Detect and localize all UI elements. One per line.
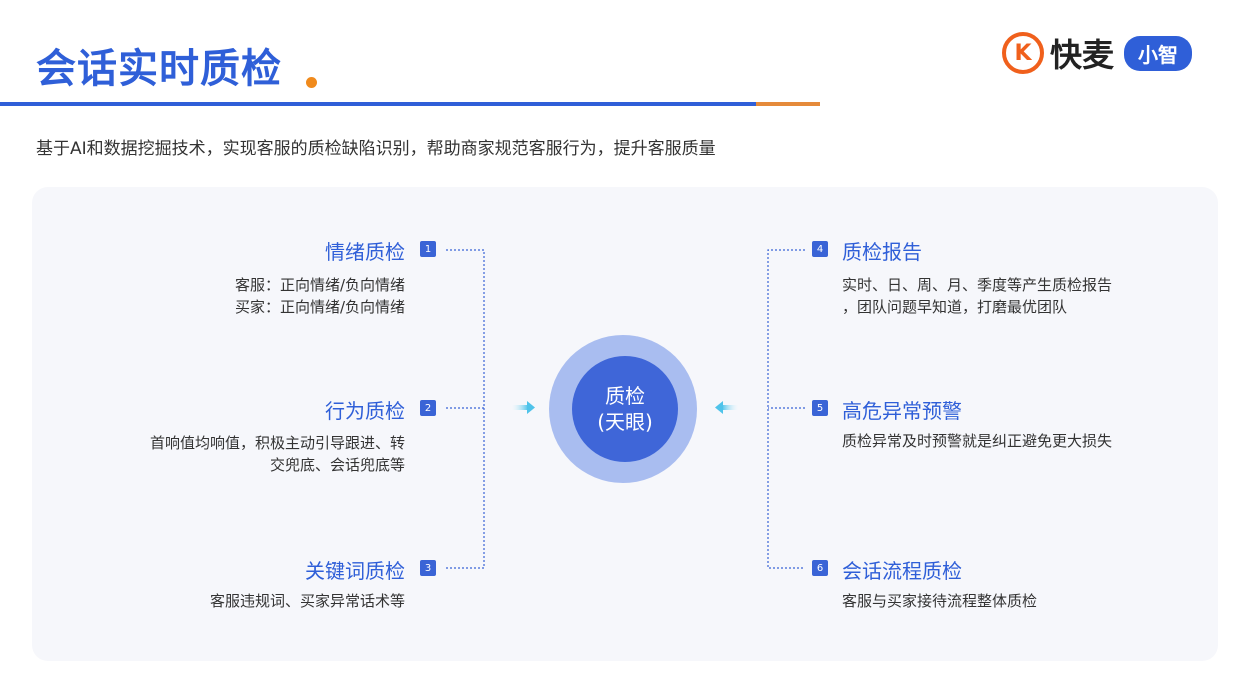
right-connector <box>767 249 805 569</box>
arrow-left-icon <box>715 401 740 414</box>
item-6-desc-line1: 客服与买家接待流程整体质检 <box>842 592 1038 610</box>
item-2-desc-line2: 交兜底、会话兜底等 <box>269 456 405 474</box>
item-1-desc-line2: 买家：正向情绪/负向情绪 <box>234 298 405 316</box>
item-2-desc-line1: 首响值均响值，积极主动引导跟进、转 <box>149 434 405 452</box>
item-3-title: 关键词质检 <box>305 559 405 583</box>
item-1-title: 情绪质检 <box>325 240 405 264</box>
item-4-title: 质检报告 <box>842 240 922 264</box>
item-1-number: 1 <box>420 241 436 257</box>
item-3-desc-line1: 客服违规词、买家异常话术等 <box>209 592 405 610</box>
item-5-title: 高危异常预警 <box>842 399 962 423</box>
center-label-line2: (天眼) <box>597 410 653 434</box>
item-1-desc: 客服：正向情绪/负向情绪 买家：正向情绪/负向情绪 <box>235 274 405 318</box>
left-connector <box>446 249 485 569</box>
item-6-number: 6 <box>812 560 828 576</box>
item-5-number: 5 <box>812 400 828 416</box>
item-6-desc: 客服与买家接待流程整体质检 <box>842 590 1037 612</box>
item-2-desc: 首响值均响值，积极主动引导跟进、转 交兜底、会话兜底等 <box>150 432 405 476</box>
item-3-desc: 客服违规词、买家异常话术等 <box>210 590 405 612</box>
item-2-title: 行为质检 <box>325 399 405 423</box>
item-4-number: 4 <box>812 241 828 257</box>
item-4-desc: 实时、日、周、月、季度等产生质检报告 ，团队问题早知道，打磨最优团队 <box>842 274 1112 318</box>
center-circle: 质检 (天眼) <box>572 356 678 462</box>
item-5-desc: 质检异常及时预警就是纠正避免更大损失 <box>842 430 1112 452</box>
item-5-desc-line1: 质检异常及时预警就是纠正避免更大损失 <box>842 432 1113 450</box>
arrow-right-icon <box>510 401 535 414</box>
center-label-line1: 质检 <box>605 384 645 408</box>
item-6-title: 会话流程质检 <box>842 559 962 583</box>
item-1-desc-line1: 客服：正向情绪/负向情绪 <box>234 276 405 294</box>
item-4-desc-line1: 实时、日、周、月、季度等产生质检报告 <box>842 276 1113 294</box>
item-4-desc-line2: ，团队问题早知道，打磨最优团队 <box>842 298 1068 316</box>
item-2-number: 2 <box>420 400 436 416</box>
item-3-number: 3 <box>420 560 436 576</box>
